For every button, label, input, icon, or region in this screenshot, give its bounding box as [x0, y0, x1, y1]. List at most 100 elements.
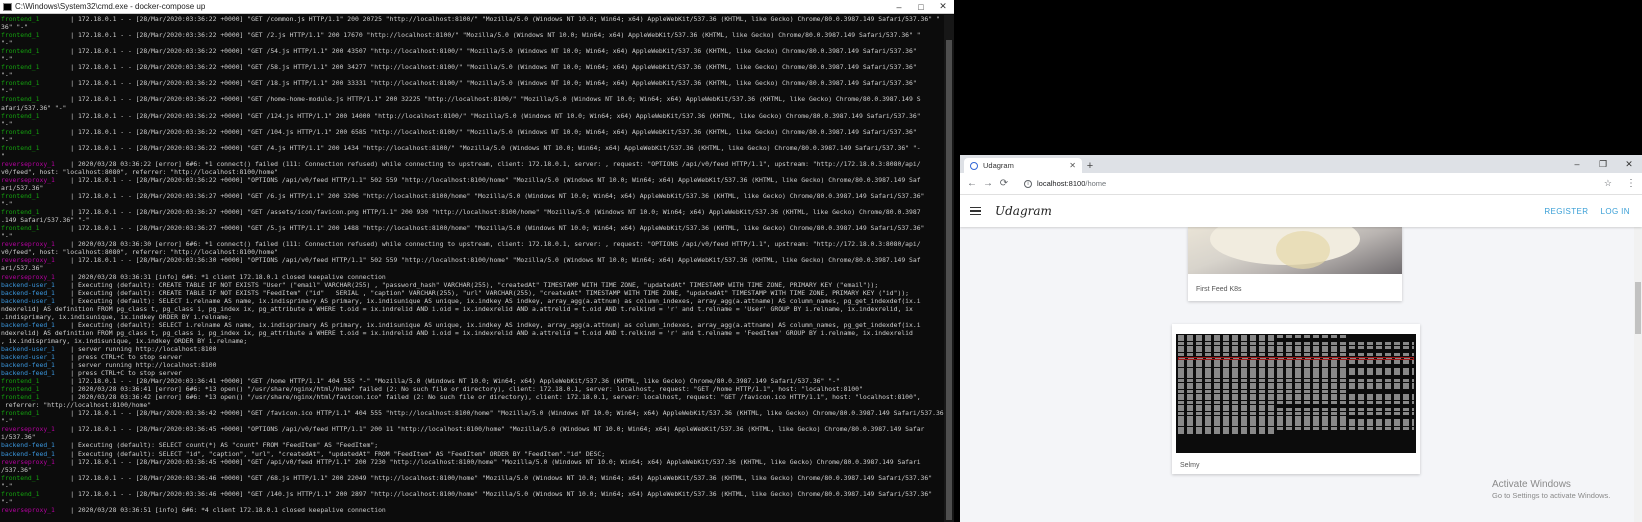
- log-text: | 172.18.0.1 - - [28/Mar/2020:03:36:27 +…: [70, 208, 921, 217]
- console-line: "-": [1, 39, 944, 47]
- console-line: "-": [1, 87, 944, 95]
- log-text: ": [1, 151, 5, 160]
- log-text: | 172.18.0.1 - - [28/Mar/2020:03:36:22 +…: [70, 175, 921, 184]
- console-line: "-": [1, 200, 944, 208]
- minimize-icon[interactable]: –: [1564, 155, 1590, 173]
- maximize-icon[interactable]: ❐: [1590, 155, 1616, 173]
- console-line: backend-user_1 | press CTRL+C to stop se…: [1, 353, 944, 361]
- service-prefix: backend-feed_1: [1, 320, 71, 329]
- close-icon[interactable]: ✕: [1069, 161, 1076, 170]
- log-text: "-": [1, 87, 13, 96]
- console-line: backend-feed_1 | Executing (default): SE…: [1, 321, 944, 329]
- activate-windows-watermark: Activate Windows Go to Settings to activ…: [1492, 479, 1610, 500]
- close-icon[interactable]: ✕: [1616, 155, 1642, 173]
- log-text: | 172.18.0.1 - - [28/Mar/2020:03:36:22 +…: [70, 31, 921, 40]
- log-text: .indisprimary, ix.indisunique, ix.indkey…: [1, 312, 232, 321]
- feed-card[interactable]: First Feed K8s: [1188, 227, 1402, 301]
- console-line: reverseproxy_1 | 2020/03/28 03:36:22 [er…: [1, 160, 944, 168]
- feed-card[interactable]: Selmy: [1172, 324, 1420, 474]
- minimize-icon[interactable]: –: [888, 2, 910, 12]
- page-scrollbar-thumb[interactable]: [1635, 282, 1641, 334]
- ionic-favicon-icon: [970, 161, 978, 170]
- console-line: frontend_1 | 172.18.0.1 - - [28/Mar/2020…: [1, 15, 944, 23]
- console-line: ndexrelid) AS definition FROM pg_class t…: [1, 305, 944, 313]
- service-prefix: backend-feed_1: [1, 288, 71, 297]
- log-text: "-": [1, 119, 13, 128]
- login-button[interactable]: LOG IN: [1600, 207, 1630, 216]
- console-line: reverseproxy_1 | 172.18.0.1 - - [28/Mar/…: [1, 256, 944, 264]
- service-prefix: backend-feed_1: [1, 361, 71, 370]
- log-text: "-": [1, 481, 13, 490]
- cmd-titlebar[interactable]: C:\Windows\System32\cmd.exe - docker-com…: [0, 0, 954, 14]
- log-text: | 172.18.0.1 - - [28/Mar/2020:03:36:27 +…: [70, 224, 925, 233]
- log-text: i/537.36": [1, 433, 36, 442]
- console-line: v0/feed", host: "localhost:8080", referr…: [1, 248, 944, 256]
- close-icon[interactable]: ✕: [932, 1, 954, 12]
- console-line: frontend_1 | 2020/03/28 03:36:42 [error]…: [1, 393, 944, 401]
- service-prefix: frontend_1: [1, 31, 71, 40]
- console-line: backend-feed_1 | press CTRL+C to stop se…: [1, 369, 944, 377]
- service-prefix: frontend_1: [1, 127, 71, 136]
- service-prefix: backend-feed_1: [1, 449, 71, 458]
- log-text: "-": [1, 417, 13, 426]
- console-line: backend-user_1 | Executing (default): SE…: [1, 297, 944, 305]
- new-tab-button[interactable]: +: [1082, 158, 1098, 173]
- address-bar[interactable]: i localhost:8100/home ☆: [1018, 175, 1618, 192]
- log-text: | server running http://localhost:8100: [70, 344, 217, 353]
- terminal-icon: [3, 2, 12, 11]
- log-text: | Executing (default): SELECT "id", "cap…: [70, 449, 606, 458]
- more-menu-icon[interactable]: ⋮: [1624, 178, 1638, 189]
- console-line: "-": [1, 120, 944, 128]
- console-line: frontend_1 | 2020/03/28 03:36:41 [error]…: [1, 385, 944, 393]
- service-prefix: backend-user_1: [1, 280, 71, 289]
- service-prefix: frontend_1: [1, 489, 71, 498]
- console-line: referrer: "http://localhost:8100/home": [1, 401, 944, 409]
- log-text: | Executing (default): CREATE TABLE IF N…: [70, 280, 879, 289]
- page-scrollbar[interactable]: [1634, 227, 1642, 522]
- maximize-icon[interactable]: □: [910, 2, 932, 12]
- console-line: , ix.indisprimary, ix.indisunique, ix.in…: [1, 337, 944, 345]
- log-text: | 172.18.0.1 - - [28/Mar/2020:03:36:22 +…: [70, 111, 921, 120]
- cmd-scrollbar[interactable]: [944, 15, 954, 522]
- service-prefix: frontend_1: [1, 63, 71, 72]
- service-prefix: reverseproxy_1: [1, 505, 71, 514]
- url-text[interactable]: localhost:8100/home: [1037, 179, 1604, 188]
- log-text: ndexrelid) AS definition FROM pg_class t…: [1, 304, 913, 313]
- log-text: /537.36": [1, 465, 32, 474]
- tab-udagram[interactable]: Udagram ✕: [964, 158, 1082, 173]
- console-line: frontend_1 | 172.18.0.1 - - [28/Mar/2020…: [1, 79, 944, 87]
- console-line: frontend_1 | 172.18.0.1 - - [28/Mar/2020…: [1, 490, 944, 498]
- star-icon[interactable]: ☆: [1604, 178, 1612, 189]
- feed-caption: Selmy: [1180, 462, 1200, 469]
- hamburger-icon[interactable]: [970, 206, 981, 216]
- log-text: | 172.18.0.1 - - [28/Mar/2020:03:36:30 +…: [70, 256, 921, 265]
- log-text: | 172.18.0.1 - - [28/Mar/2020:03:36:22 +…: [70, 127, 917, 136]
- cmd-scrollbar-thumb[interactable]: [946, 40, 952, 520]
- console-line: frontend_1 | 172.18.0.1 - - [28/Mar/2020…: [1, 208, 944, 216]
- forward-arrow-icon[interactable]: →: [980, 178, 996, 189]
- console-line: afari/537.36" "-": [1, 104, 944, 112]
- log-text: "-": [1, 71, 13, 80]
- log-text: 36" "-": [1, 23, 28, 32]
- log-text: | 2020/03/28 03:36:42 [error] 6#6: *13 o…: [70, 393, 921, 402]
- console-line: reverseproxy_1 | 172.18.0.1 - - [28/Mar/…: [1, 458, 944, 466]
- console-output[interactable]: frontend_1 | 172.18.0.1 - - [28/Mar/2020…: [0, 15, 944, 522]
- back-arrow-icon[interactable]: ←: [964, 178, 980, 189]
- log-text: .149 Safari/537.36" "-": [1, 216, 90, 225]
- service-prefix: reverseproxy_1: [1, 175, 71, 184]
- reload-icon[interactable]: ⟳: [996, 178, 1012, 189]
- log-text: | 2020/03/28 03:36:30 [error] 6#6: *1 co…: [70, 240, 921, 249]
- console-line: frontend_1 | 172.18.0.1 - - [28/Mar/2020…: [1, 63, 944, 71]
- register-button[interactable]: REGISTER: [1544, 207, 1588, 216]
- log-text: , ix.indisprimary, ix.indisunique, ix.in…: [1, 336, 248, 345]
- service-prefix: frontend_1: [1, 409, 71, 418]
- console-line: backend-feed_1 | server running http://l…: [1, 361, 944, 369]
- log-text: | 172.18.0.1 - - [28/Mar/2020:03:36:22 +…: [70, 143, 921, 152]
- service-prefix: frontend_1: [1, 95, 71, 104]
- cmd-window: C:\Windows\System32\cmd.exe - docker-com…: [0, 0, 954, 522]
- log-text: "-": [1, 232, 13, 241]
- log-text: | press CTRL+C to stop server: [70, 352, 182, 361]
- console-line: reverseproxy_1 | 172.18.0.1 - - [28/Mar/…: [1, 425, 944, 433]
- info-icon[interactable]: i: [1024, 179, 1032, 188]
- log-text: | 172.18.0.1 - - [28/Mar/2020:03:36:27 +…: [70, 192, 925, 201]
